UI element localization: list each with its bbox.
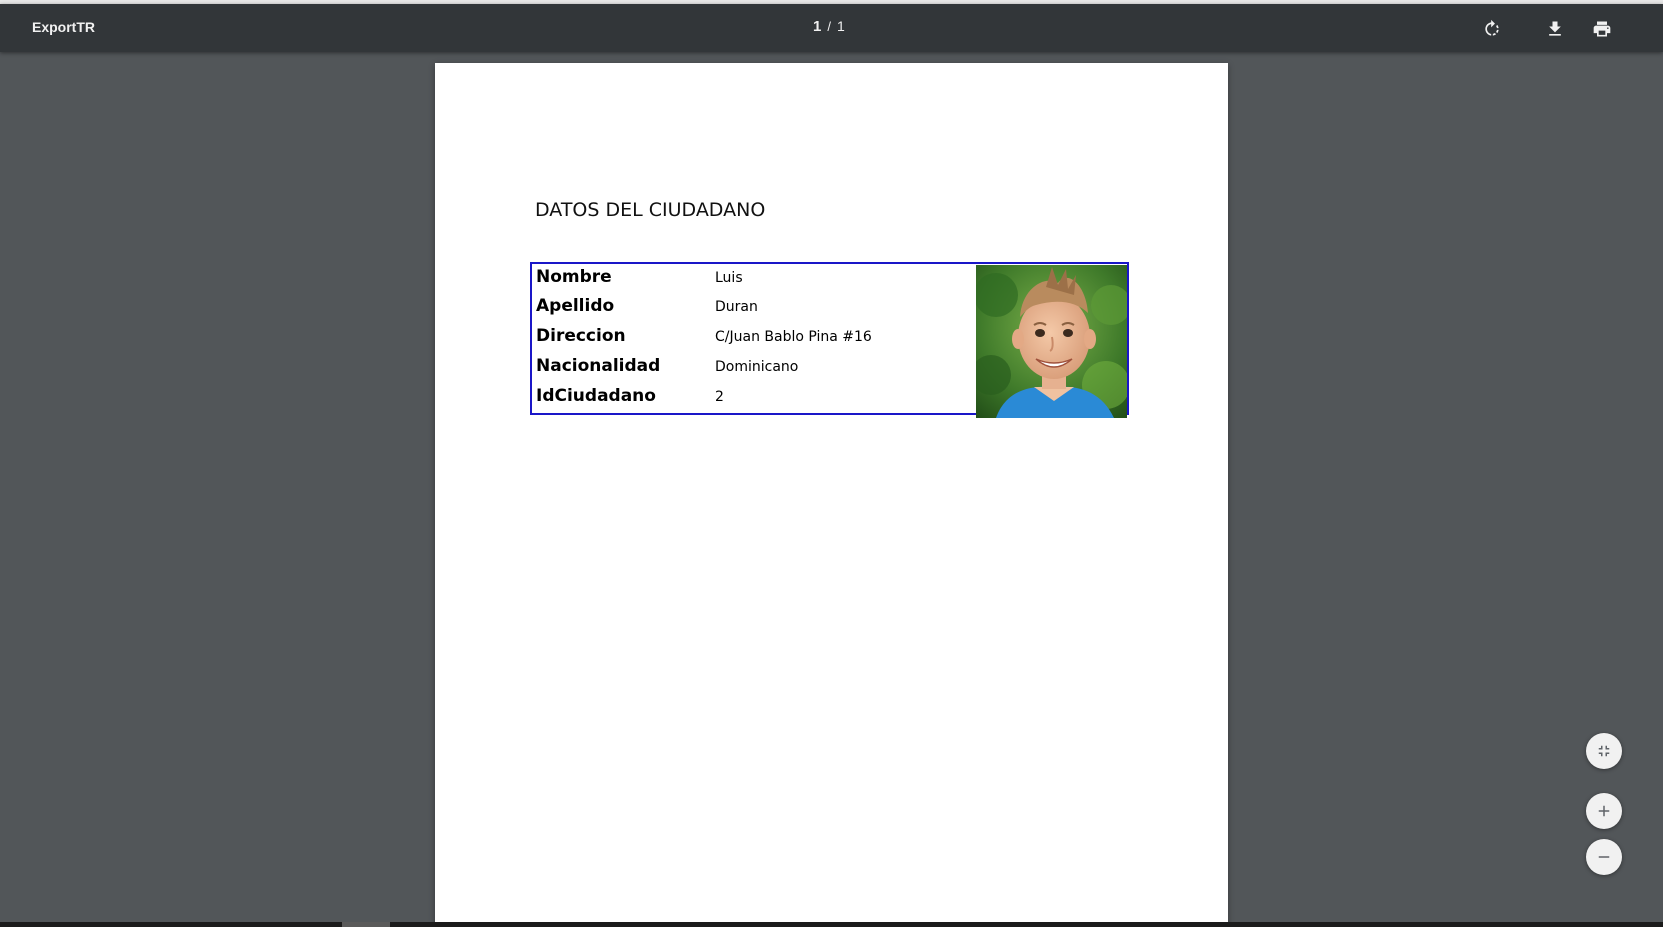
pdf-toolbar: ExportTR 1 / 1	[0, 4, 1663, 52]
field-label: IdCiudadano	[536, 386, 656, 406]
fit-to-page-icon	[1598, 745, 1610, 757]
print-icon	[1593, 21, 1611, 37]
fit-to-page-button[interactable]	[1586, 733, 1622, 769]
field-row-nombre: Nombre Luis	[536, 267, 976, 293]
field-value: C/Juan Bablo Pina #16	[715, 329, 872, 345]
field-value: 2	[715, 389, 724, 405]
rotate-icon	[1485, 19, 1499, 36]
horizontal-scrollbar[interactable]	[0, 922, 1663, 927]
citizen-photo	[976, 265, 1127, 418]
document-heading: DATOS DEL CIUDADANO	[535, 199, 766, 221]
field-label: Apellido	[536, 296, 615, 316]
zoom-out-button[interactable]	[1586, 839, 1622, 875]
field-row-apellido: Apellido Duran	[536, 296, 976, 322]
total-pages: 1	[836, 18, 845, 34]
pdf-page: DATOS DEL CIUDADANO Nombre Luis Apellido…	[435, 63, 1228, 927]
download-button[interactable]	[1542, 16, 1568, 42]
field-label: Nacionalidad	[536, 356, 661, 376]
print-button[interactable]	[1589, 16, 1615, 42]
rotate-button[interactable]	[1479, 16, 1505, 42]
field-value: Duran	[715, 299, 758, 315]
field-value: Dominicano	[715, 359, 799, 375]
current-page-number[interactable]: 1	[813, 18, 821, 35]
zoom-in-button[interactable]	[1586, 793, 1622, 829]
page-indicator: 1 / 1	[813, 18, 845, 35]
citizen-record-box: Nombre Luis Apellido Duran Direccion C/J…	[530, 262, 1129, 418]
field-value: Luis	[715, 270, 743, 286]
download-icon	[1549, 21, 1561, 36]
zoom-out-icon	[1598, 856, 1610, 858]
field-row-idciudadano: IdCiudadano 2	[536, 386, 976, 412]
field-label: Nombre	[536, 267, 612, 287]
field-label: Direccion	[536, 326, 626, 346]
scrollbar-thumb[interactable]	[342, 922, 390, 927]
field-row-nacionalidad: Nacionalidad Dominicano	[536, 356, 976, 382]
zoom-in-icon	[1598, 805, 1610, 817]
document-title: ExportTR	[32, 19, 95, 35]
page-separator: /	[827, 19, 831, 34]
field-row-direccion: Direccion C/Juan Bablo Pina #16	[536, 326, 976, 352]
